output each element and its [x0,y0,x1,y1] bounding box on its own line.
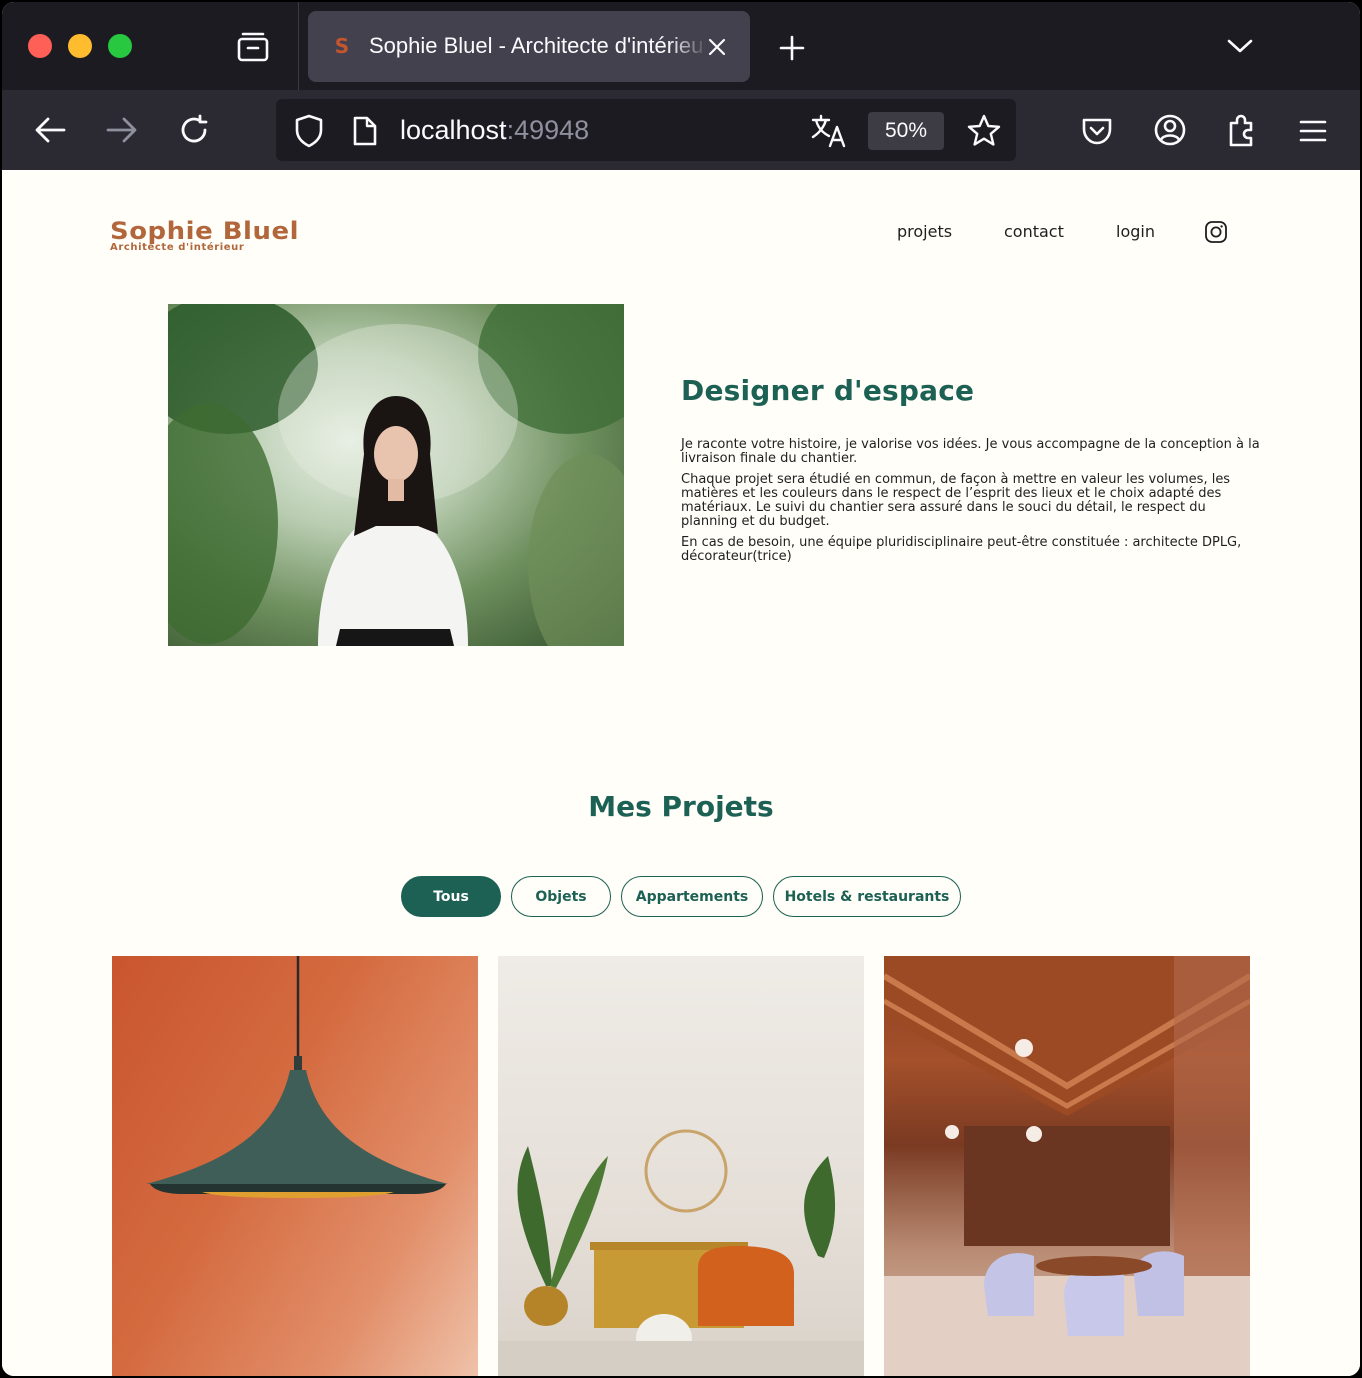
url-host: localhost [400,115,507,145]
project-image-pendant-lamp[interactable] [112,956,478,1376]
tab-bar: S Sophie Bluel - Architecte d'intérieur [2,2,1360,90]
logo-name: Sophie Bluel [110,217,300,245]
web-page: Sophie Bluel Architecte d'intérieur proj… [2,170,1360,1376]
new-tab-icon[interactable] [778,34,806,62]
filter-button-tous[interactable]: Tous [401,876,501,917]
url-port: :49948 [506,115,590,145]
nav-link-contact[interactable]: contact [1004,222,1064,241]
url-bar[interactable]: localhost:49948 50% [276,99,1016,161]
url-text[interactable]: localhost:49948 [400,115,589,146]
tab-overview-icon[interactable] [236,30,270,64]
intro-paragraph-2: Chaque projet sera étudié en commun, de … [681,472,1231,529]
filter-button-objets[interactable]: Objets [511,876,611,917]
site-logo[interactable]: Sophie Bluel Architecte d'intérieur [110,218,298,253]
intro-text: Je raconte votre histoire, je valorise v… [681,438,1261,571]
tab-favicon-icon: S [334,34,350,58]
page-icon[interactable] [350,114,380,148]
instagram-icon[interactable] [1204,220,1228,248]
shield-icon[interactable] [292,113,326,149]
translate-icon[interactable] [810,113,848,149]
menu-icon[interactable] [1296,116,1330,146]
pocket-icon[interactable] [1080,114,1114,148]
close-window-button[interactable] [28,34,52,58]
navigation-toolbar: localhost:49948 50% [2,90,1360,170]
forward-arrow-icon[interactable] [104,114,140,146]
account-icon[interactable] [1152,112,1188,148]
maximize-window-button[interactable] [108,34,132,58]
extensions-icon[interactable] [1224,112,1260,148]
tab-list-chevron-down-icon[interactable] [1226,34,1254,58]
back-arrow-icon[interactable] [32,114,68,146]
intro-paragraph-1: Je raconte votre histoire, je valorise v… [681,437,1260,466]
zoom-level-badge[interactable]: 50% [868,112,944,150]
star-icon[interactable] [966,113,1002,149]
minimize-window-button[interactable] [68,34,92,58]
intro-paragraph-3: En cas de besoin, une équipe pluridiscip… [681,535,1242,564]
browser-window: S Sophie Bluel - Architecte d'intérieur [2,2,1360,1376]
projects-section-title: Mes Projets [588,790,774,823]
active-tab[interactable]: S Sophie Bluel - Architecte d'intérieur [308,11,750,82]
nav-link-login[interactable]: login [1116,222,1155,241]
intro-title: Designer d'espace [681,374,975,407]
tab-title: Sophie Bluel - Architecte d'intérieur [369,33,705,58]
filter-button-appartements[interactable]: Appartements [621,876,763,917]
project-image-living-room[interactable] [498,956,864,1376]
tab-title-fade [668,29,708,63]
close-icon[interactable] [706,36,728,58]
filter-button-hotels-restaurants[interactable]: Hotels & restaurants [773,876,961,917]
project-image-restaurant[interactable] [884,956,1250,1376]
reload-icon[interactable] [176,112,212,148]
architect-portrait-photo [168,304,624,646]
tab-divider [298,2,299,90]
nav-link-projets[interactable]: projets [897,222,952,241]
